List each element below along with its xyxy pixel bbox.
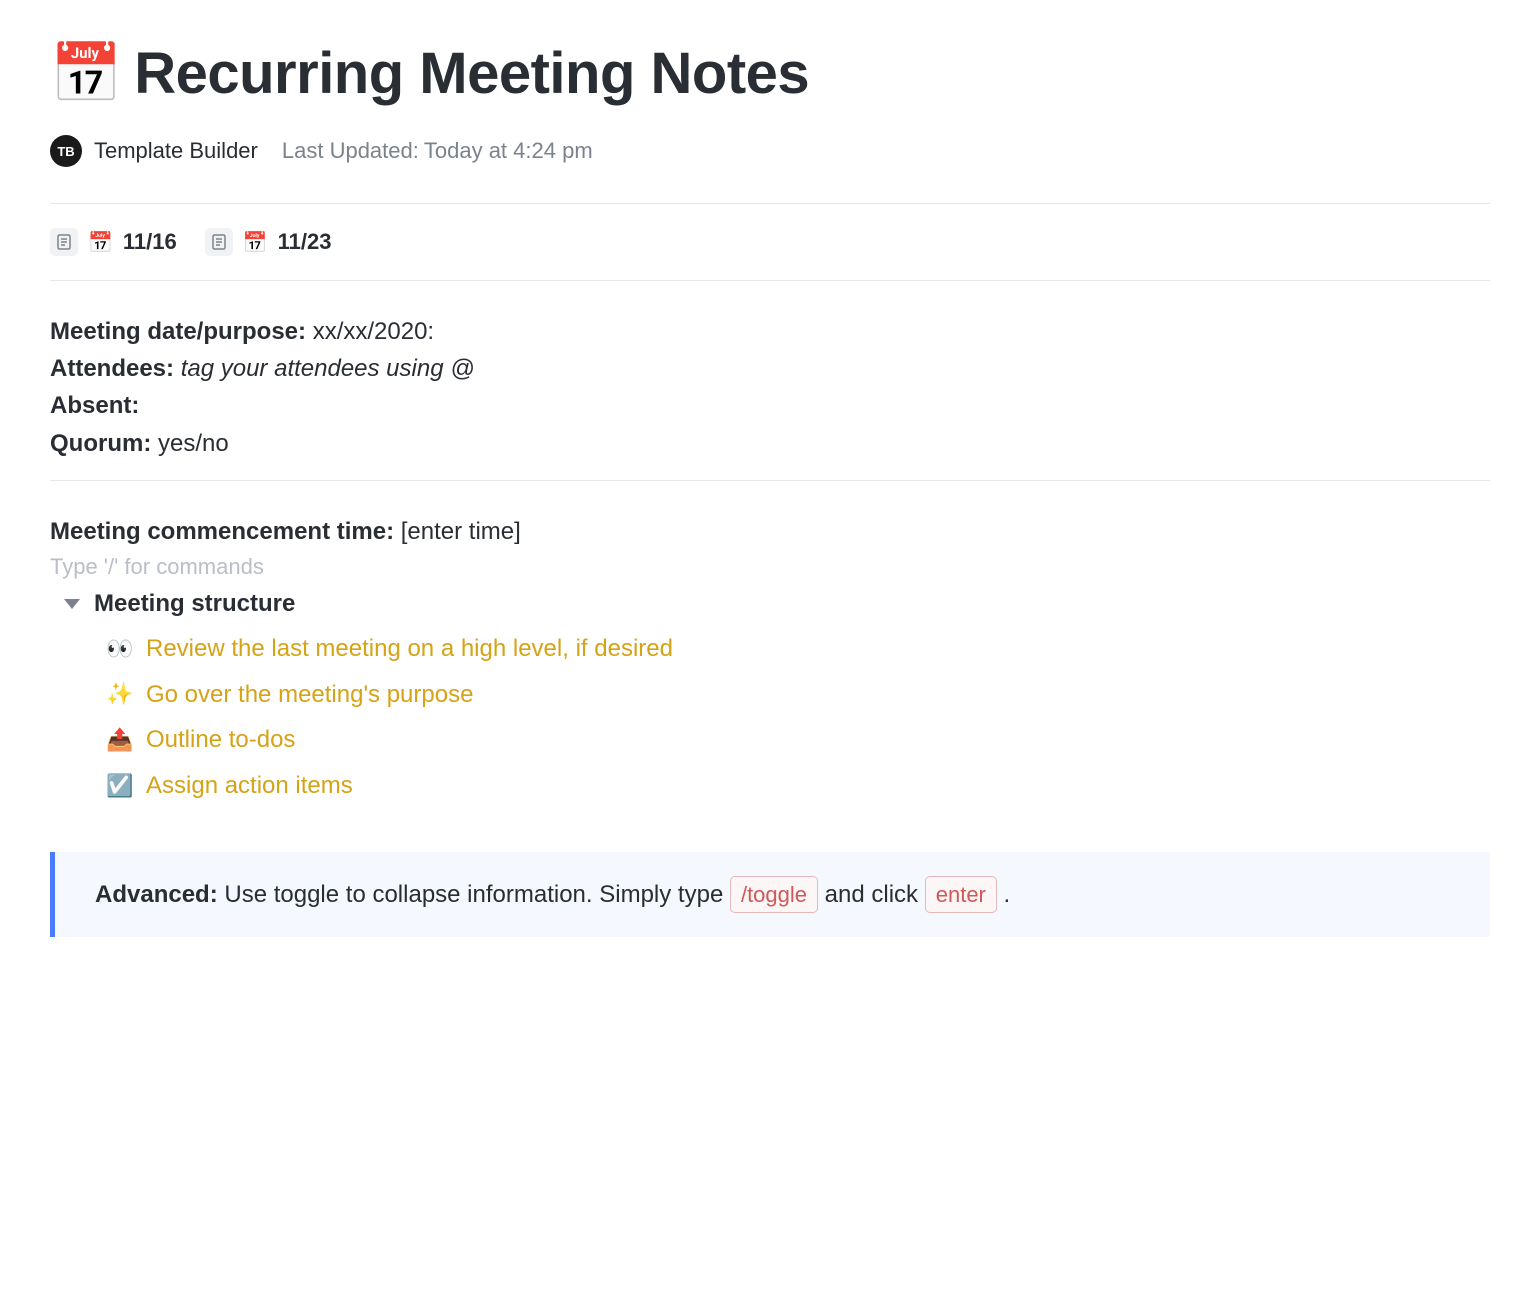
callout-label: Advanced:	[95, 881, 218, 908]
attendees-label: Attendees:	[50, 355, 174, 382]
subpage-link[interactable]: 📅 11/16	[50, 228, 177, 256]
meta-row: TB Template Builder Last Updated: Today …	[50, 135, 1490, 167]
list-item[interactable]: ☑️ Assign action items	[106, 763, 1490, 809]
calendar-icon: 📅	[243, 230, 268, 255]
list-item[interactable]: ✨ Go over the meeting's purpose	[106, 672, 1490, 718]
chevron-down-icon[interactable]	[64, 599, 80, 609]
page-title-row: 📅 Recurring Meeting Notes	[50, 40, 1490, 107]
calendar-icon: 📅	[50, 45, 122, 103]
eyes-icon: 👀	[106, 628, 132, 670]
last-updated: Last Updated: Today at 4:24 pm	[282, 138, 593, 164]
attendees-line[interactable]: Attendees: tag your attendees using @	[50, 350, 1490, 387]
structure-list: 👀 Review the last meeting on a high leve…	[106, 626, 1490, 808]
slash-command-hint[interactable]: Type '/' for commands	[50, 554, 1490, 580]
structure-link[interactable]: Review the last meeting on a high level,…	[146, 626, 673, 672]
quorum-line[interactable]: Quorum: yes/no	[50, 425, 1490, 462]
commencement-value[interactable]: [enter time]	[401, 518, 521, 545]
meeting-date-line[interactable]: Meeting date/purpose: xx/xx/2020:	[50, 313, 1490, 350]
toggle-title: Meeting structure	[94, 590, 295, 618]
checkbox-icon: ☑️	[106, 765, 132, 807]
subpage-link[interactable]: 📅 11/23	[205, 228, 332, 256]
sparkles-icon: ✨	[106, 673, 132, 715]
page-title[interactable]: Recurring Meeting Notes	[134, 40, 809, 107]
subpage-label: 11/16	[123, 229, 177, 255]
calendar-icon: 📅	[88, 230, 113, 255]
structure-link[interactable]: Go over the meeting's purpose	[146, 672, 473, 718]
commencement-label: Meeting commencement time:	[50, 518, 394, 545]
subpage-label: 11/23	[278, 229, 332, 255]
subpage-links: 📅 11/16 📅 11/23	[50, 204, 1490, 280]
attendees-hint[interactable]: tag your attendees using @	[181, 355, 475, 382]
commencement-line[interactable]: Meeting commencement time: [enter time]	[50, 513, 1490, 550]
kbd-enter: enter	[925, 876, 997, 913]
toggle-meeting-structure[interactable]: Meeting structure	[50, 590, 1490, 618]
callout-text: Use toggle to collapse information. Simp…	[218, 881, 730, 908]
outbox-icon: 📤	[106, 719, 132, 761]
author-name[interactable]: Template Builder	[94, 138, 258, 164]
callout-advanced: Advanced: Use toggle to collapse informa…	[50, 852, 1490, 937]
meeting-date-label: Meeting date/purpose:	[50, 318, 306, 345]
list-item[interactable]: 👀 Review the last meeting on a high leve…	[106, 626, 1490, 672]
callout-text: .	[997, 881, 1010, 908]
commencement-section: Meeting commencement time: [enter time] …	[50, 481, 1490, 938]
absent-label: Absent:	[50, 392, 139, 419]
meeting-date-value[interactable]: xx/xx/2020:	[313, 318, 434, 345]
avatar[interactable]: TB	[50, 135, 82, 167]
last-updated-label: Last Updated:	[282, 138, 419, 163]
page-icon	[50, 228, 78, 256]
quorum-label: Quorum:	[50, 430, 151, 457]
kbd-toggle: /toggle	[730, 876, 818, 913]
structure-link[interactable]: Assign action items	[146, 763, 353, 809]
callout-text: and click	[818, 881, 925, 908]
info-block[interactable]: Meeting date/purpose: xx/xx/2020: Attend…	[50, 281, 1490, 480]
structure-link[interactable]: Outline to-dos	[146, 717, 295, 763]
last-updated-value: Today at 4:24 pm	[424, 138, 593, 163]
list-item[interactable]: 📤 Outline to-dos	[106, 717, 1490, 763]
quorum-value[interactable]: yes/no	[158, 430, 229, 457]
page-icon	[205, 228, 233, 256]
absent-line[interactable]: Absent:	[50, 387, 1490, 424]
